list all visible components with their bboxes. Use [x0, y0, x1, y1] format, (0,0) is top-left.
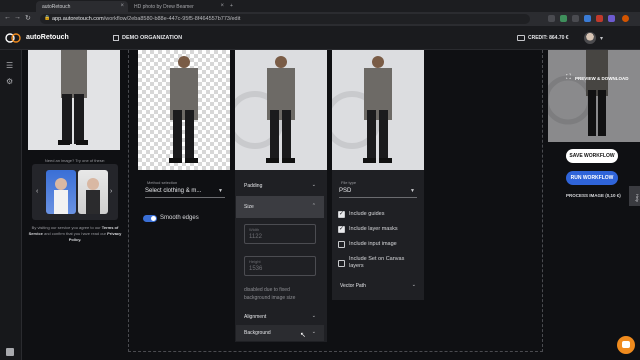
- model-resized: [235, 56, 295, 163]
- organization-name[interactable]: DEMO ORGANIZATION: [122, 35, 182, 41]
- close-icon[interactable]: ×: [220, 3, 224, 9]
- expand-icon[interactable]: ⛶: [566, 74, 571, 82]
- chevron-left-icon[interactable]: ‹: [36, 188, 38, 195]
- extension-icon[interactable]: [584, 15, 591, 22]
- layers-icon[interactable]: ☰: [6, 62, 15, 70]
- url-field[interactable]: 🔒 app.autoretouch.com/workflow/2eba8580-…: [40, 14, 530, 24]
- organization-icon: [113, 35, 119, 41]
- tab-hd-photo[interactable]: HD photo by Drew Beamer ×: [128, 1, 228, 12]
- include-layer-masks-label: Include layer masks: [349, 226, 398, 232]
- extension-icon[interactable]: [560, 15, 567, 22]
- autoretouch-logo-icon[interactable]: [5, 33, 21, 43]
- include-input-image-checkbox[interactable]: [338, 241, 345, 248]
- method-select[interactable]: Select clothing & m... ▼: [145, 184, 225, 198]
- include-guides-checkbox[interactable]: ✓: [338, 211, 345, 218]
- size-disabled-note: disabled due to fixed background image s…: [244, 287, 296, 301]
- browser-tab-strip: autoRetouch × HD photo by Drew Beamer × +: [0, 0, 640, 17]
- help-tab[interactable]: Help: [629, 186, 640, 206]
- avatar[interactable]: [584, 32, 596, 44]
- sidebar: ☰ ⚙: [0, 50, 22, 360]
- chevron-right-icon[interactable]: ›: [110, 188, 112, 195]
- reload-icon[interactable]: ↻: [25, 14, 31, 22]
- extension-icon[interactable]: [548, 15, 555, 22]
- address-toolbar: ← → ↻ 🔒 app.autoretouch.com/workflow/2eb…: [0, 12, 640, 26]
- gear-icon[interactable]: ⚙: [6, 78, 15, 86]
- output-preview[interactable]: [548, 50, 640, 142]
- mouse-cursor-icon: ↖: [300, 332, 306, 339]
- profile-icon[interactable]: [622, 15, 629, 22]
- save-workflow-button[interactable]: SAVE WORKFLOW: [566, 149, 618, 163]
- lock-icon: 🔒: [44, 15, 51, 21]
- forward-icon[interactable]: →: [14, 14, 21, 21]
- sample-thumbnail[interactable]: [78, 170, 108, 214]
- run-workflow-button[interactable]: RUN WORKFLOW: [566, 171, 618, 185]
- preview-download-label[interactable]: PREVIEW & DOWNLOAD: [575, 76, 629, 81]
- chevron-down-icon[interactable]: ▾: [600, 35, 603, 42]
- brand-name: autoRetouch: [26, 34, 69, 41]
- model-cutout: [169, 56, 198, 163]
- process-image-cost: PROCESS IMAGE (0,10 €): [566, 193, 621, 198]
- caret-down-icon: ▼: [218, 188, 223, 194]
- sample-images-carousel: ‹ ›: [32, 164, 118, 220]
- export-preview[interactable]: [332, 50, 424, 170]
- chevron-down-icon: ⌄: [311, 329, 316, 335]
- extension-icon[interactable]: [572, 15, 579, 22]
- background-accordion[interactable]: Background ⌄: [236, 325, 324, 341]
- chevron-up-icon: ⌃: [311, 203, 316, 209]
- close-icon[interactable]: ×: [120, 3, 124, 9]
- back-icon[interactable]: ←: [4, 14, 11, 21]
- cutout-preview[interactable]: [138, 50, 230, 170]
- extension-icon[interactable]: [608, 15, 615, 22]
- chat-icon[interactable]: [617, 336, 635, 354]
- input-image[interactable]: [28, 50, 120, 150]
- smooth-edges-label: Smooth edges: [160, 215, 199, 221]
- size-accordion[interactable]: Size ⌃: [236, 196, 324, 218]
- file-type-select[interactable]: PSD ▼: [339, 184, 417, 198]
- height-field: Height 1536: [244, 256, 316, 276]
- sample-images-hint: Need an image? Try one of these:: [44, 158, 106, 163]
- chevron-down-icon: ⌄: [311, 182, 316, 188]
- alignment-accordion[interactable]: Alignment ⌄: [236, 309, 324, 325]
- vector-path-accordion[interactable]: Vector Path ⌄: [332, 278, 424, 294]
- padding-accordion[interactable]: Padding ⌄: [236, 178, 324, 194]
- tab-autoretouch[interactable]: autoRetouch ×: [36, 1, 128, 12]
- terms-notice: By visiting our service you agree to our…: [28, 225, 122, 242]
- extension-icon[interactable]: [596, 15, 603, 22]
- credit-balance: CREDIT: 864.70 €: [528, 35, 569, 41]
- caret-down-icon: ▼: [410, 188, 415, 194]
- credit-card-icon: [517, 35, 525, 41]
- app-header: autoRetouch DEMO ORGANIZATION CREDIT: 86…: [0, 26, 640, 50]
- model-output: [548, 50, 640, 142]
- bottom-panel-icon[interactable]: [6, 348, 14, 356]
- resize-preview[interactable]: [235, 50, 327, 170]
- chevron-down-icon: ⌄: [311, 313, 316, 319]
- include-input-image-label: Include input image: [349, 241, 397, 247]
- include-guides-label: Include guides: [349, 211, 385, 217]
- sample-thumbnail[interactable]: [46, 170, 76, 214]
- model-photo: [58, 50, 88, 145]
- include-layer-masks-checkbox[interactable]: ✓: [338, 226, 345, 233]
- include-set-on-canvas-label: Include Set on Canvas layers: [349, 256, 405, 269]
- model-export: [332, 56, 392, 163]
- chevron-down-icon: ⌄: [411, 282, 416, 288]
- include-set-on-canvas-checkbox[interactable]: [338, 260, 345, 267]
- new-tab-button[interactable]: +: [228, 1, 238, 12]
- smooth-edges-toggle[interactable]: [143, 215, 157, 222]
- width-field: Width 1122: [244, 224, 316, 244]
